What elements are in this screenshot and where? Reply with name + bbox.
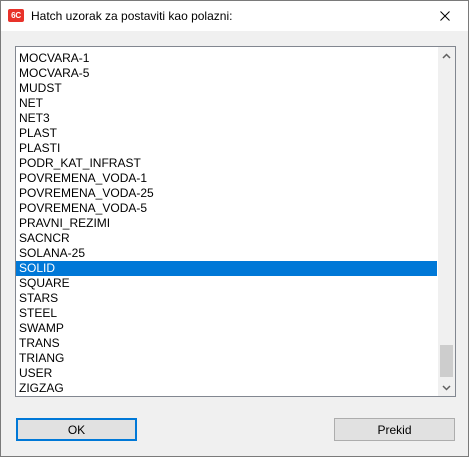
list-item[interactable]: PRAVNI_REZIMI (16, 216, 437, 231)
hatch-pattern-list[interactable]: MOCVARA-1 MOCVARA-5 MUDST NET NET3 PLAST PLAST… (15, 46, 456, 397)
list-item[interactable]: SWAMP (16, 321, 437, 336)
list-item[interactable]: STARS (16, 291, 437, 306)
list-item[interactable]: PLASTI (16, 141, 437, 156)
close-button[interactable] (422, 1, 468, 31)
list-item[interactable]: ZIGZAG (16, 381, 437, 396)
cancel-button[interactable]: Prekid (334, 418, 455, 441)
list-item[interactable]: PLAST (16, 126, 437, 141)
list-item[interactable]: NET3 (16, 111, 437, 126)
list-item[interactable]: MUDST (16, 81, 437, 96)
scroll-up-button[interactable] (438, 47, 455, 64)
app-icon: 6C (8, 9, 24, 22)
list-item[interactable]: SQUARE (16, 276, 437, 291)
scroll-up-arrow-icon (442, 52, 451, 59)
scroll-down-button[interactable] (438, 379, 455, 396)
window-title: Hatch uzorak za postaviti kao polazni: (31, 9, 233, 23)
list-item[interactable]: STEEL (16, 306, 437, 321)
list-item[interactable]: POVREMENA_VODA-1 (16, 171, 437, 186)
list-item[interactable]: PODR_KAT_INFRAST (16, 156, 437, 171)
close-icon (440, 11, 450, 21)
list-items-container: MOCVARA-1 MOCVARA-5 MUDST NET NET3 PLAST PLAST… (16, 47, 437, 396)
list-item[interactable]: POVREMENA_VODA-5 (16, 201, 437, 216)
list-item[interactable]: MOCVARA-1 (16, 51, 437, 66)
list-item[interactable]: TRIANG (16, 351, 437, 366)
title-bar[interactable]: 6C Hatch uzorak za postaviti kao polazni… (1, 1, 468, 31)
list-item[interactable]: POVREMENA_VODA-25 (16, 186, 437, 201)
scroll-down-arrow-icon (442, 384, 451, 391)
list-item[interactable]: SACNCR (16, 231, 437, 246)
vertical-scrollbar[interactable] (438, 47, 455, 396)
list-item[interactable]: TRANS (16, 336, 437, 351)
list-item[interactable]: USER (16, 366, 437, 381)
ok-button[interactable]: OK (16, 418, 137, 441)
list-item[interactable]: SOLANA-25 (16, 246, 437, 261)
dialog-window: 6C Hatch uzorak za postaviti kao polazni… (0, 0, 469, 457)
list-item[interactable]: MOCVARA-5 (16, 66, 437, 81)
list-item-selected[interactable]: SOLID (16, 261, 437, 276)
list-item[interactable]: NET (16, 96, 437, 111)
scroll-thumb[interactable] (440, 345, 453, 377)
